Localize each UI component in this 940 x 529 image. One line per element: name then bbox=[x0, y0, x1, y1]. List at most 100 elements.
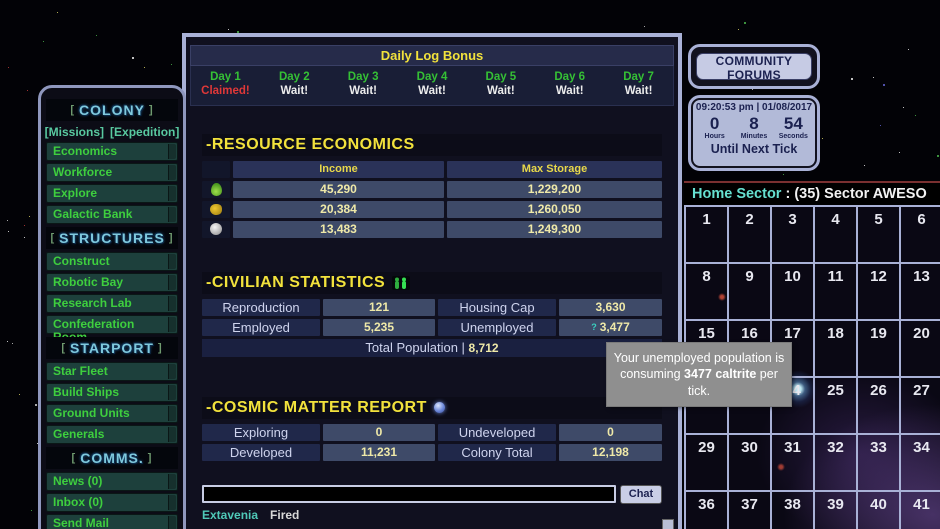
civilian-statistics-table: Reproduction 121 Housing Cap 3,630 Emplo… bbox=[202, 298, 662, 357]
chat-scrollbar[interactable] bbox=[662, 519, 674, 529]
population-icon bbox=[392, 275, 411, 290]
colony-overview-panel: Daily Log Bonus Day 1 Claimed! Day 2 Wait! D… bbox=[182, 33, 682, 529]
sidebar-item-confederation-room[interactable]: Confederation Room bbox=[46, 315, 178, 344]
sector-cell-37[interactable]: 37 bbox=[729, 492, 772, 529]
income-value: 45,290 bbox=[233, 180, 444, 198]
day-label: Day 3 bbox=[347, 71, 379, 83]
green-droplet-icon bbox=[210, 182, 222, 196]
sidebar-item-build-ships[interactable]: Build Ships bbox=[46, 383, 178, 402]
sidebar-header-comms: [COMMS.] bbox=[46, 447, 178, 469]
day-label: Day 2 bbox=[278, 71, 310, 83]
stat-value: 3,630 bbox=[559, 298, 662, 316]
community-forums-button[interactable]: COMMUNITY FORUMS bbox=[696, 53, 812, 82]
star bbox=[864, 165, 865, 166]
star bbox=[937, 155, 939, 157]
sector-cell-9[interactable]: 9 bbox=[729, 264, 772, 321]
sidebar-item-generals[interactable]: Generals bbox=[46, 425, 178, 444]
daily-log-day-6[interactable]: Day 6 Wait! bbox=[535, 70, 604, 99]
resource-icon-cell bbox=[202, 200, 230, 218]
star bbox=[27, 90, 28, 91]
star bbox=[29, 216, 30, 217]
sector-cell-40[interactable]: 40 bbox=[858, 492, 901, 529]
sector-cell-30[interactable]: 30 bbox=[729, 435, 772, 492]
sector-cell-6[interactable]: 6 bbox=[901, 207, 940, 264]
sector-cell-10[interactable]: 10 bbox=[772, 264, 815, 321]
sector-cell-41[interactable]: 41 bbox=[901, 492, 940, 529]
sector-cell-34[interactable]: 34 bbox=[901, 435, 940, 492]
sector-cell-39[interactable]: 39 bbox=[815, 492, 858, 529]
sector-cell-18[interactable]: 18 bbox=[815, 321, 858, 378]
sector-cell-5[interactable]: 5 bbox=[858, 207, 901, 264]
sector-cell-8[interactable]: 8 bbox=[686, 264, 729, 321]
star bbox=[783, 174, 784, 175]
chat-button[interactable]: Chat bbox=[620, 484, 662, 504]
sector-cell-4[interactable]: 4 bbox=[815, 207, 858, 264]
sidebar-item-send-mail[interactable]: Send Mail bbox=[46, 514, 178, 529]
star bbox=[43, 41, 44, 42]
column-income: Income bbox=[233, 160, 444, 178]
sector-cell-32[interactable]: 32 bbox=[815, 435, 858, 492]
sidebar-item-explore[interactable]: Explore bbox=[46, 184, 178, 203]
seconds-value: 54 bbox=[783, 114, 803, 133]
sidebar-item-robotic-bay[interactable]: Robotic Bay bbox=[46, 273, 178, 292]
sector-cell-27[interactable]: 27 bbox=[901, 378, 940, 435]
info-icon[interactable]: ? bbox=[591, 322, 597, 332]
community-forums-panel: COMMUNITY FORUMS bbox=[688, 44, 820, 89]
day-label: Day 4 bbox=[416, 71, 448, 83]
daily-log-day-3[interactable]: Day 3 Wait! bbox=[329, 70, 398, 99]
stat-label: Unemployed bbox=[438, 318, 556, 336]
sector-cell-1[interactable]: 1 bbox=[686, 207, 729, 264]
sidebar-item-inbox-0[interactable]: Inbox (0) bbox=[46, 493, 178, 512]
sidebar-item-economics[interactable]: Economics bbox=[46, 142, 178, 161]
daily-log-day-1[interactable]: Day 1 Claimed! bbox=[191, 70, 260, 99]
day-status: Wait! bbox=[280, 85, 309, 98]
sector-cell-31[interactable]: 31 bbox=[772, 435, 815, 492]
stat-label: Colony Total bbox=[438, 443, 556, 461]
sector-cell-38[interactable]: 38 bbox=[772, 492, 815, 529]
star bbox=[883, 84, 885, 86]
sector-cell-19[interactable]: 19 bbox=[858, 321, 901, 378]
stat-label: Undeveloped bbox=[438, 423, 556, 441]
daily-log-day-5[interactable]: Day 5 Wait! bbox=[466, 70, 535, 99]
sidebar-item-news-0[interactable]: News (0) bbox=[46, 472, 178, 491]
income-value: 13,483 bbox=[233, 220, 444, 238]
sector-cell-25[interactable]: 25 bbox=[815, 378, 858, 435]
sector-cell-3[interactable]: 3 bbox=[772, 207, 815, 264]
sector-cell-13[interactable]: 13 bbox=[901, 264, 940, 321]
daily-log-days: Day 1 Claimed! Day 2 Wait! Day 3 Wait! Day 4 Wa… bbox=[190, 66, 674, 106]
star bbox=[24, 225, 25, 226]
star bbox=[144, 67, 145, 68]
star bbox=[96, 35, 97, 36]
sidebar-link-missions[interactable]: [Missions] bbox=[45, 125, 104, 139]
daily-log-day-4[interactable]: Day 4 Wait! bbox=[398, 70, 467, 99]
star bbox=[908, 49, 909, 50]
sector-cell-12[interactable]: 12 bbox=[858, 264, 901, 321]
sector-cell-11[interactable]: 11 bbox=[815, 264, 858, 321]
sector-cell-29[interactable]: 29 bbox=[686, 435, 729, 492]
daily-log-day-7[interactable]: Day 7 Wait! bbox=[604, 70, 673, 99]
sidebar-link-expedition[interactable]: [Expedition] bbox=[110, 125, 179, 139]
day-label: Day 6 bbox=[554, 71, 586, 83]
chat-input[interactable] bbox=[202, 485, 616, 504]
sector-cell-33[interactable]: 33 bbox=[858, 435, 901, 492]
resource-economics-table: Income Max Storage 45,290 1,229,200 20,3… bbox=[202, 160, 662, 238]
chat-username[interactable]: Extavenia bbox=[202, 508, 258, 522]
sidebar-item-construct[interactable]: Construct bbox=[46, 252, 178, 271]
sector-cell-2[interactable]: 2 bbox=[729, 207, 772, 264]
resource-icon-cell bbox=[202, 180, 230, 198]
sector-cell-26[interactable]: 26 bbox=[858, 378, 901, 435]
day-status: Wait! bbox=[555, 85, 584, 98]
sidebar-menu: [COLONY] [Missions] [Expedition] Economics W… bbox=[38, 85, 186, 529]
star bbox=[171, 64, 172, 65]
sector-cell-20[interactable]: 20 bbox=[901, 321, 940, 378]
sidebar-item-research-lab[interactable]: Research Lab bbox=[46, 294, 178, 313]
total-population-row: Total Population | 8,712 bbox=[202, 338, 662, 357]
sector-cell-36[interactable]: 36 bbox=[686, 492, 729, 529]
sidebar-item-star-fleet[interactable]: Star Fleet bbox=[46, 362, 178, 381]
sidebar-item-ground-units[interactable]: Ground Units bbox=[46, 404, 178, 423]
daily-log-bonus: Daily Log Bonus Day 1 Claimed! Day 2 Wait! D… bbox=[190, 45, 674, 106]
sidebar-item-galactic-bank[interactable]: Galactic Bank bbox=[46, 205, 178, 224]
sidebar-header-colony: [COLONY] bbox=[46, 99, 178, 121]
daily-log-day-2[interactable]: Day 2 Wait! bbox=[260, 70, 329, 99]
sidebar-item-workforce[interactable]: Workforce bbox=[46, 163, 178, 182]
